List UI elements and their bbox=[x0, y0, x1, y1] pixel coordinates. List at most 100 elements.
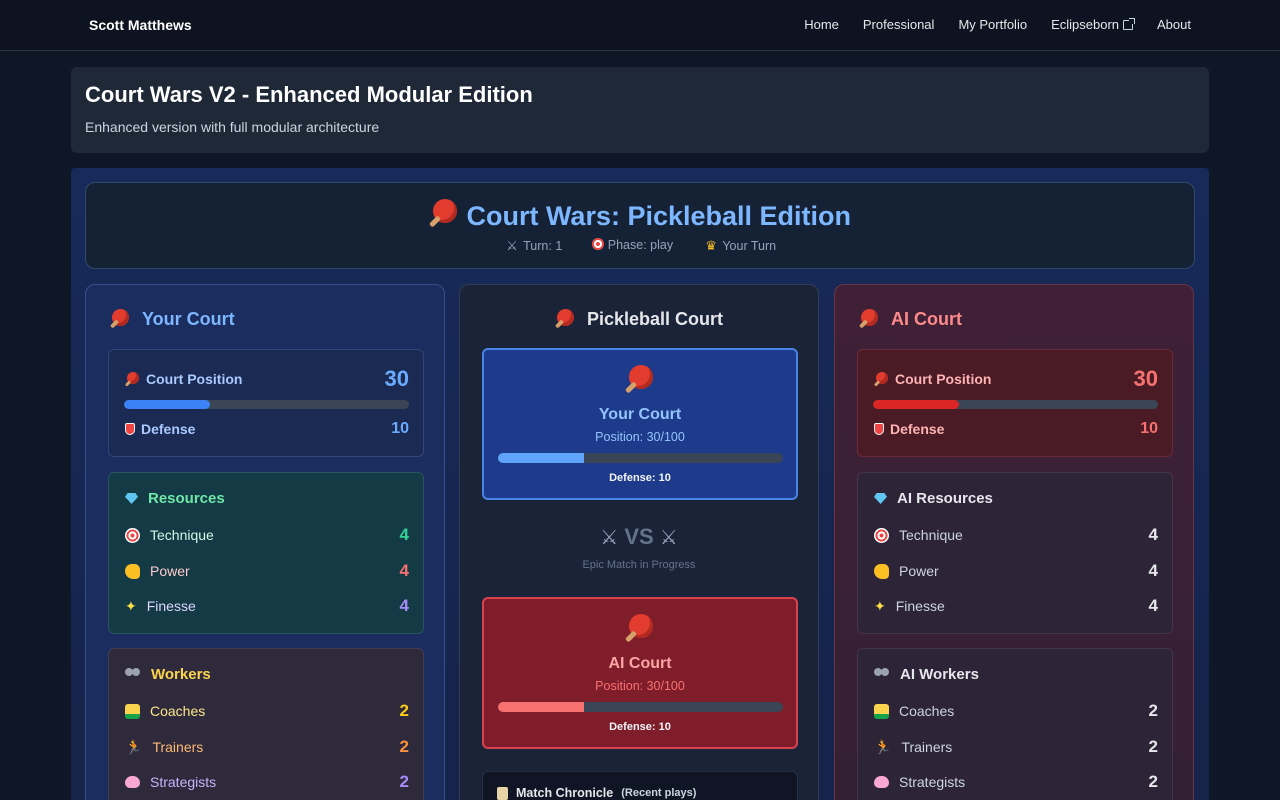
player-defense-row: Defense 10 bbox=[125, 420, 409, 438]
player-panel: Your Court Court Position 30 Defense 10 … bbox=[85, 284, 445, 800]
player-court-bar bbox=[498, 453, 783, 463]
player-position-row: Court Position 30 bbox=[125, 366, 409, 392]
resource-value: 4 bbox=[399, 525, 409, 544]
worker-label-text: Trainers bbox=[901, 739, 953, 755]
ai-defense-value: 10 bbox=[1140, 420, 1158, 437]
worker-label-text: Strategists bbox=[150, 774, 217, 790]
people-icon bbox=[125, 668, 141, 681]
ai-position-label: Court Position bbox=[874, 371, 991, 387]
resource-label: Technique bbox=[125, 527, 214, 543]
pickleball-paddle-icon bbox=[859, 308, 881, 330]
resource-label: Technique bbox=[874, 527, 963, 543]
player-defense-label-text: Defense bbox=[141, 421, 196, 437]
nav-link-eclipseborn-label: Eclipseborn bbox=[1051, 17, 1120, 32]
shield-icon bbox=[874, 423, 884, 435]
player-resources: Resources Technique 4 Power 4 ✦ Finesse 4 bbox=[108, 472, 424, 634]
resource-row: Technique 4 bbox=[874, 525, 1158, 545]
worker-value: 2 bbox=[1148, 737, 1158, 756]
resource-label: Power bbox=[874, 563, 939, 579]
brain-icon bbox=[874, 776, 889, 788]
ai-defense-label-text: Defense bbox=[890, 421, 945, 437]
resource-label-text: Power bbox=[899, 563, 939, 579]
flexed-arm-icon bbox=[874, 563, 889, 579]
nav-link-eclipseborn[interactable]: Eclipseborn bbox=[1051, 17, 1136, 32]
sparkles-icon: ✦ bbox=[874, 597, 886, 614]
nav-link-professional[interactable]: Professional bbox=[863, 17, 935, 32]
crossed-swords-icon: ⚔ bbox=[659, 527, 678, 549]
player-workers-title: Workers bbox=[125, 666, 211, 683]
worker-row: 🏃 Trainers 2 bbox=[125, 737, 409, 757]
worker-label: Coaches bbox=[874, 703, 954, 719]
ai-position-value: 30 bbox=[1133, 366, 1158, 391]
worker-label-text: Strategists bbox=[899, 774, 966, 790]
versus-label: ⚔ VS ⚔ bbox=[460, 524, 818, 550]
resource-value: 4 bbox=[1148, 525, 1158, 544]
match-chronicle[interactable]: Match Chronicle (Recent plays) bbox=[482, 771, 798, 800]
flexed-arm-icon bbox=[125, 563, 140, 579]
runner-icon: 🏃 bbox=[874, 738, 892, 755]
coach-icon bbox=[874, 703, 889, 719]
worker-row: Coaches 2 bbox=[125, 701, 409, 721]
player-position-label: Court Position bbox=[125, 371, 242, 387]
gem-icon bbox=[874, 493, 887, 504]
court-panel-title-text: Pickleball Court bbox=[586, 308, 724, 329]
crossed-swords-icon: ⚔ bbox=[600, 527, 619, 549]
resource-label: ✦ Finesse bbox=[874, 598, 945, 615]
external-link-icon bbox=[1123, 17, 1136, 30]
resource-label-text: Finesse bbox=[895, 598, 945, 614]
worker-value: 2 bbox=[399, 737, 409, 756]
match-status: Epic Match in Progress bbox=[582, 559, 696, 571]
worker-value: 2 bbox=[1148, 701, 1158, 720]
nav-link-portfolio[interactable]: My Portfolio bbox=[958, 17, 1027, 32]
pickleball-paddle-icon bbox=[625, 613, 655, 643]
phase-text: Phase: play bbox=[607, 238, 674, 252]
player-resources-title: Resources bbox=[125, 490, 225, 507]
status-indicator: ♛ Your Turn bbox=[703, 238, 776, 254]
ai-court-name: AI Court bbox=[608, 655, 672, 672]
player-court-position: Position: 30/100 bbox=[595, 430, 685, 444]
ai-court-card: AI Court Position: 30/100 Defense: 10 bbox=[482, 597, 798, 749]
ai-court-bar bbox=[498, 702, 783, 712]
game-title: Court Wars: Pickleball Edition bbox=[86, 198, 1194, 232]
nav-link-home[interactable]: Home bbox=[804, 17, 839, 32]
page-title: Court Wars V2 - Enhanced Modular Edition bbox=[85, 82, 533, 107]
resource-label: Power bbox=[125, 563, 190, 579]
shield-icon bbox=[125, 423, 135, 435]
player-defense-value: 10 bbox=[391, 420, 409, 437]
top-navbar: Scott Matthews Home Professional My Port… bbox=[0, 0, 1280, 51]
player-court-card: Your Court Position: 30/100 Defense: 10 bbox=[482, 348, 798, 500]
player-position-bar bbox=[124, 400, 409, 409]
player-position-value: 30 bbox=[384, 366, 409, 391]
player-court-defense: Defense: 10 bbox=[609, 472, 671, 484]
chronicle-subtitle: (Recent plays) bbox=[621, 787, 697, 799]
page-subtitle: Enhanced version with full modular archi… bbox=[85, 119, 380, 135]
pickleball-paddle-icon bbox=[125, 371, 140, 387]
player-workers-title-text: Workers bbox=[151, 666, 211, 683]
court-panel: Pickleball Court Your Court Position: 30… bbox=[459, 284, 819, 800]
worker-label: Strategists bbox=[125, 774, 216, 790]
versus-text: VS bbox=[624, 524, 654, 549]
turn-text: Turn: 1 bbox=[523, 239, 563, 253]
resource-value: 4 bbox=[1148, 561, 1158, 580]
page-header: Court Wars V2 - Enhanced Modular Edition… bbox=[71, 67, 1209, 153]
phase-indicator: Phase: play bbox=[592, 238, 673, 254]
brand-name[interactable]: Scott Matthews bbox=[89, 17, 192, 33]
nav-links: Home Professional My Portfolio Eclipsebo… bbox=[804, 17, 1191, 32]
worker-label-text: Trainers bbox=[152, 739, 204, 755]
player-court-name: Your Court bbox=[598, 406, 682, 423]
worker-value: 2 bbox=[399, 772, 409, 791]
game-title-text: Court Wars: Pickleball Edition bbox=[466, 201, 852, 231]
player-position-label-text: Court Position bbox=[146, 371, 243, 387]
target-icon bbox=[874, 527, 889, 543]
ai-panel: AI Court Court Position 30 Defense 10 AI… bbox=[834, 284, 1194, 800]
brain-icon bbox=[125, 776, 140, 788]
resource-row: ✦ Finesse 4 bbox=[874, 596, 1158, 616]
sparkles-icon: ✦ bbox=[125, 597, 137, 614]
ai-court-position: Position: 30/100 bbox=[595, 679, 685, 693]
resource-label-text: Technique bbox=[899, 527, 963, 543]
pickleball-paddle-icon bbox=[110, 308, 132, 330]
coach-icon bbox=[125, 703, 140, 719]
runner-icon: 🏃 bbox=[125, 738, 143, 755]
nav-link-about[interactable]: About bbox=[1157, 17, 1191, 32]
ai-court-defense: Defense: 10 bbox=[609, 721, 671, 733]
